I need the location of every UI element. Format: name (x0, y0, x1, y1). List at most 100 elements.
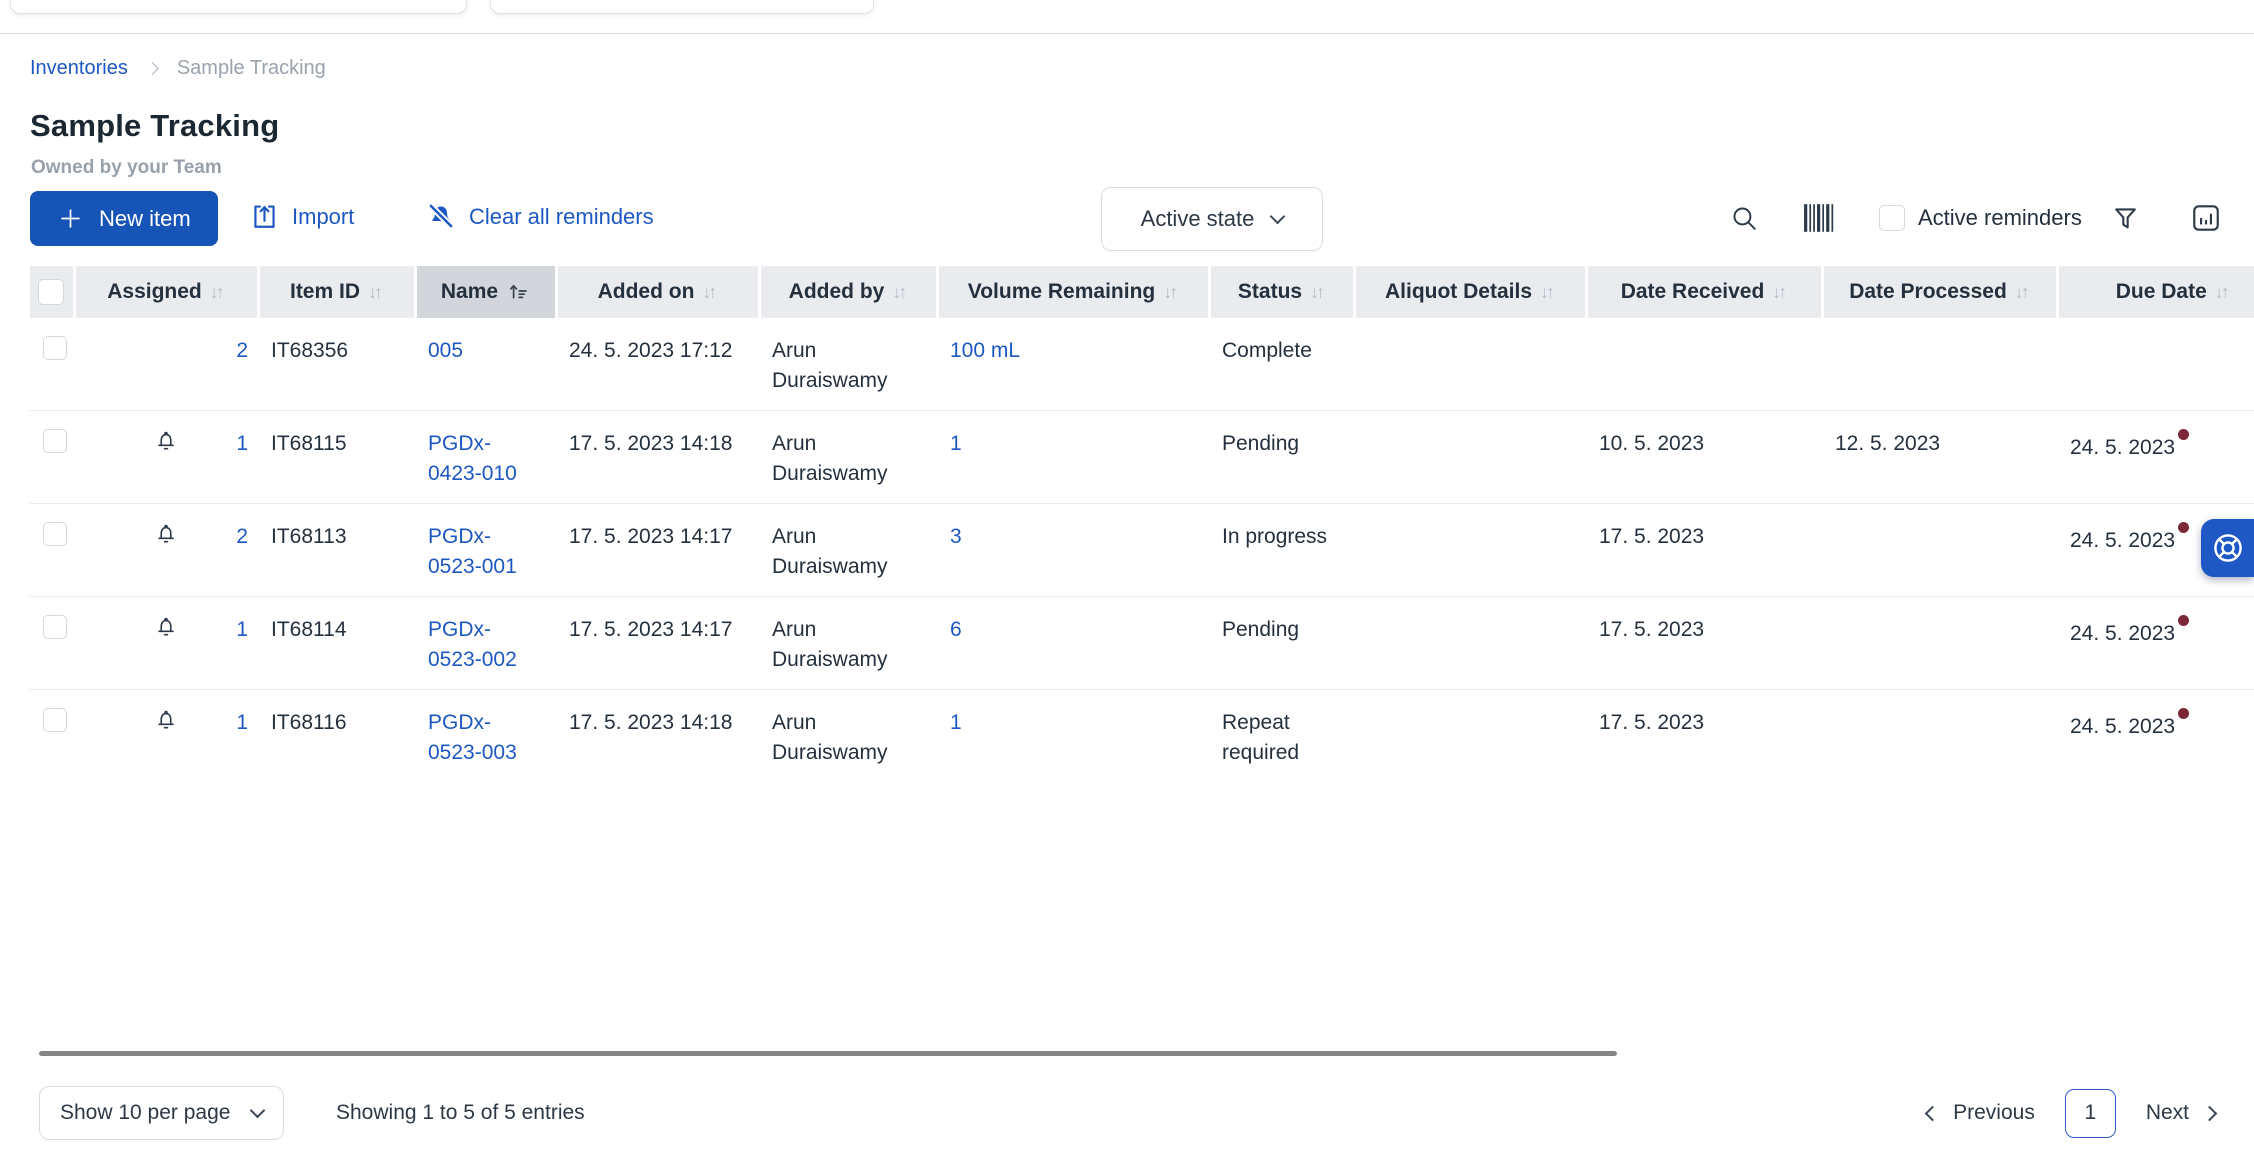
added-by-cell: Arun Duraiswamy (759, 410, 937, 504)
added-by-cell: Arun Duraiswamy (759, 318, 937, 411)
column-header-assigned[interactable]: Assigned ↓↑ (72, 266, 258, 318)
page-size-dropdown[interactable]: Show 10 per page (39, 1086, 284, 1140)
new-item-button[interactable]: New item (30, 191, 218, 246)
breadcrumb-link-inventories[interactable]: Inventories (30, 57, 128, 80)
reminder-bell-icon[interactable] (153, 522, 179, 549)
row-checkbox[interactable] (43, 336, 67, 360)
sample-tracking-page: Inventories Sample Tracking Sample Track… (0, 0, 2254, 1160)
column-header-name[interactable]: Name (413, 266, 556, 318)
plus-icon (61, 209, 80, 228)
active-state-value: Active state (1140, 206, 1255, 231)
row-checkbox[interactable] (43, 708, 67, 732)
column-header-item_id[interactable]: Item ID ↓↑ (256, 266, 415, 318)
added-on-cell: 17. 5. 2023 14:18 (556, 410, 759, 504)
assigned-count-link[interactable]: 1 (236, 615, 248, 645)
column-label: Assigned (107, 280, 202, 303)
topbar-field-left[interactable] (10, 0, 467, 14)
column-header-date_received[interactable]: Date Received ↓↑ (1584, 266, 1822, 318)
chevron-right-icon (145, 62, 159, 75)
column-header-due_date[interactable]: Due Date ↓↑ (2055, 266, 2254, 318)
assigned-count-link[interactable]: 1 (236, 429, 248, 459)
select-all-checkbox[interactable] (38, 279, 65, 305)
volume-remaining-link[interactable]: 100 mL (950, 339, 1020, 362)
previous-label: Previous (1953, 1101, 2035, 1124)
column-label: Due Date (2115, 280, 2207, 303)
chevron-right-icon (2201, 1105, 2218, 1121)
topbar-field-right[interactable] (490, 0, 874, 14)
sort-icons: ↓↑ (702, 281, 717, 302)
chart-view-icon[interactable] (2190, 202, 2222, 234)
column-header-aliquot_details[interactable]: Aliquot Details ↓↑ (1352, 266, 1586, 318)
item-name-link[interactable]: PGDx-0523-002 (428, 618, 517, 671)
previous-page-button[interactable]: Previous (1924, 1101, 2035, 1125)
date-received-cell: 10. 5. 2023 (1586, 410, 1822, 504)
column-header-volume_remaining[interactable]: Volume Remaining ↓↑ (935, 266, 1209, 318)
clear-all-reminders-button[interactable]: Clear all reminders (426, 202, 654, 232)
table-tools: Active reminders (1730, 187, 2222, 249)
item-id-cell: IT68356 (258, 318, 415, 411)
barcode-scan-icon[interactable] (1803, 203, 1837, 233)
pager: Previous 1 Next (1924, 1088, 2218, 1138)
item-name-link[interactable]: PGDx-0523-001 (428, 525, 517, 578)
table-row: 1 IT68114 PGDx-0523-002 17. 5. 2023 14:1… (30, 596, 2254, 690)
topbar-divider (0, 33, 2254, 34)
overdue-dot (2178, 615, 2190, 626)
aliquot-details-cell (1354, 318, 1586, 411)
clear-all-reminders-label: Clear all reminders (469, 204, 654, 229)
sort-icons: ↓↑ (2014, 281, 2030, 302)
active-reminders-checkbox[interactable] (1879, 205, 1905, 231)
assigned-count-link[interactable]: 2 (236, 336, 248, 366)
page-number-button[interactable]: 1 (2064, 1088, 2116, 1138)
page-title: Sample Tracking (30, 108, 280, 143)
status-cell: Repeat required (1222, 711, 1300, 764)
row-checkbox[interactable] (43, 429, 67, 453)
volume-remaining-link[interactable]: 3 (950, 525, 962, 548)
column-header-date_processed[interactable]: Date Processed ↓↑ (1820, 266, 2057, 318)
active-state-dropdown[interactable]: Active state (1101, 187, 1323, 251)
horizontal-scrollbar[interactable] (39, 1051, 1617, 1056)
due-date-cell: 24. 5. 2023 (2057, 596, 2254, 690)
assigned-count-link[interactable]: 2 (236, 522, 248, 552)
date-received-cell: 17. 5. 2023 (1599, 711, 1705, 734)
column-header-checkbox[interactable] (30, 266, 74, 318)
volume-remaining-link[interactable]: 6 (950, 618, 962, 641)
pagination-bar: Show 10 per page Showing 1 to 5 of 5 ent… (39, 1086, 2218, 1140)
row-checkbox[interactable] (43, 522, 67, 546)
filter-icon[interactable] (2111, 204, 2140, 233)
item-name-link[interactable]: PGDx-0523-003 (428, 711, 517, 764)
breadcrumb: Inventories Sample Tracking (30, 57, 326, 80)
item-name-link[interactable]: PGDx-0423-010 (428, 432, 517, 485)
chevron-left-icon (1924, 1105, 1941, 1121)
date-received-cell (1586, 318, 1822, 411)
chevron-down-icon (1270, 208, 1286, 224)
sort-icons: ↓↑ (1163, 281, 1178, 302)
assigned-count-link[interactable]: 1 (236, 708, 248, 738)
added-by-cell: Arun Duraiswamy (759, 503, 937, 597)
item-id-cell: IT68113 (258, 503, 415, 597)
volume-remaining-link[interactable]: 1 (950, 711, 962, 734)
column-header-status[interactable]: Status ↓↑ (1207, 266, 1354, 318)
reminder-bell-icon[interactable] (153, 708, 179, 735)
reminder-bell-icon[interactable] (153, 429, 179, 456)
column-header-added_by[interactable]: Added by ↓↑ (757, 266, 937, 318)
import-label: Import (292, 203, 355, 229)
new-item-label: New item (99, 205, 191, 231)
row-checkbox[interactable] (43, 615, 67, 639)
item-name-link[interactable]: 005 (428, 339, 463, 362)
aliquot-details-cell (1354, 596, 1586, 690)
added-by-cell: Arun Duraiswamy (772, 711, 888, 764)
volume-remaining-link[interactable]: 1 (950, 432, 962, 455)
toolbar: New item Import Clear all reminders Acti… (30, 187, 2224, 251)
status-cell: Pending (1209, 596, 1354, 690)
column-header-added_on[interactable]: Added on ↓↑ (554, 266, 759, 318)
overdue-dot (2178, 708, 2190, 719)
active-reminders-label: Active reminders (1918, 205, 2082, 230)
next-page-button[interactable]: Next (2146, 1101, 2218, 1125)
help-button[interactable] (2201, 519, 2254, 577)
sort-icons: ↓↑ (368, 281, 383, 302)
import-icon (254, 205, 275, 228)
search-icon[interactable] (1730, 204, 1759, 233)
reminder-bell-icon[interactable] (153, 615, 179, 642)
due-date-value: 24. 5. 2023 (2070, 622, 2176, 645)
import-button[interactable]: Import (250, 202, 354, 231)
